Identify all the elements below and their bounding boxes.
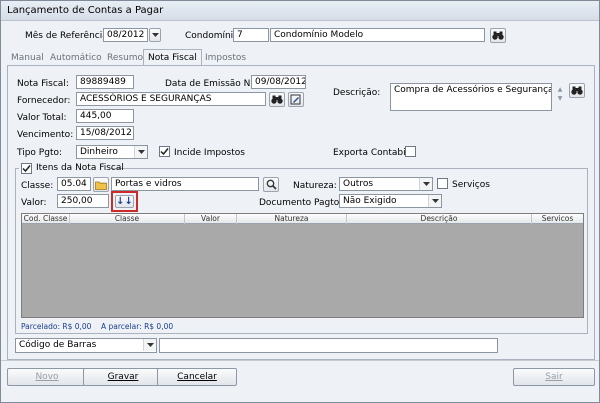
descricao-search-button[interactable] [569, 83, 585, 98]
title-bar: Lançamento de Contas a Pagar [1, 1, 599, 21]
pen-icon [290, 94, 301, 105]
footer-divider [1, 360, 599, 361]
binoculars-icon [571, 86, 583, 95]
incide-impostos-label: Incide Impostos [174, 148, 245, 158]
grid-col-classe[interactable]: Classe [70, 214, 185, 224]
vencimento-input[interactable]: 15/08/2012 [76, 126, 134, 140]
classe-code-input[interactable]: 05.04 [57, 177, 91, 191]
gravar-button-label: Gravar [107, 372, 139, 382]
check-icon [22, 165, 31, 173]
exporta-contabil-checkbox[interactable] [405, 146, 416, 157]
mes-dropdown-button[interactable] [149, 28, 161, 42]
chevron-down-icon [134, 146, 147, 158]
classe-name-input[interactable]: Portas e vidros [111, 177, 259, 191]
chevron-down-icon [151, 32, 159, 37]
grid-col-valor[interactable]: Valor [185, 214, 237, 224]
a-parcelar-label: A parcelar: R$ 0,00 [101, 322, 174, 331]
condominio-code-input[interactable]: 7 [233, 28, 269, 42]
fornecedor-register-button[interactable] [288, 92, 304, 107]
check-icon [160, 148, 169, 156]
condominio-name-input[interactable]: Condomínio Modelo [270, 28, 485, 42]
fornecedor-search-button[interactable] [269, 92, 285, 107]
chevron-down-icon [428, 195, 441, 207]
descricao-label: Descrição: [333, 88, 381, 98]
grid-col-cod-classe[interactable]: Cod. Classe [22, 214, 70, 224]
novo-button-label: Novo [35, 372, 59, 382]
emissao-label: Data de Emissão NF: [165, 79, 258, 89]
exporta-contabil-label: Exporta Contabil [333, 148, 409, 158]
emissao-input[interactable]: 09/08/2012 [251, 75, 306, 89]
grid-col-servicos[interactable]: Servicos [532, 214, 583, 224]
tab-impostos[interactable]: Impostos [201, 51, 250, 65]
valor-total-label: Valor Total: [17, 113, 67, 123]
binoculars-icon [492, 31, 504, 40]
natureza-select[interactable]: Outros [339, 177, 433, 191]
documento-pagto-select[interactable]: Não Exigido [339, 194, 442, 208]
barcode-type-select[interactable]: Código de Barras [15, 338, 157, 353]
descricao-input[interactable]: Compra de Acessórios e Seguranças [390, 83, 552, 111]
natureza-value: Outros [343, 179, 374, 189]
grid-col-natureza[interactable]: Natureza [237, 214, 347, 224]
window-title: Lançamento de Contas a Pagar [7, 5, 164, 16]
valor-label: Valor: [21, 198, 47, 208]
tipo-pgto-select[interactable]: Dinheiro [76, 145, 148, 159]
chevron-down-icon [419, 178, 432, 190]
chevron-down-icon [143, 339, 156, 351]
cancelar-button-label: Cancelar [177, 372, 217, 382]
grid-header: Cod. Classe Classe Valor Natureza Descri… [22, 214, 583, 224]
itens-group-header: Itens da Nota Fiscal [19, 163, 124, 174]
cancelar-button[interactable]: Cancelar [157, 368, 237, 386]
window: Lançamento de Contas a Pagar Mês de Refe… [0, 0, 600, 403]
vencimento-label: Vencimento: [17, 130, 74, 140]
fornecedor-input[interactable]: ACESSÓRIOS E SEGURANÇAS [76, 92, 266, 106]
mes-referencia-input[interactable]: 08/2012 [103, 28, 148, 42]
servicos-label: Serviços [452, 180, 490, 190]
binoculars-icon [271, 95, 283, 104]
itens-nota-label: Itens da Nota Fiscal [36, 163, 124, 173]
condominio-search-button[interactable] [490, 28, 506, 43]
barcode-type-value: Código de Barras [19, 340, 97, 350]
mes-label: Mês de Referência: [25, 31, 111, 41]
novo-button[interactable]: Novo [7, 368, 87, 386]
classe-folder-button[interactable] [93, 177, 109, 192]
sair-button-label: Sair [545, 372, 563, 382]
descricao-scroll[interactable]: ▲ ▼ [556, 85, 564, 109]
documento-pagto-label: Documento Pagto: [259, 198, 343, 208]
grid-col-descricao[interactable]: Descrição [347, 214, 532, 224]
tab-manual[interactable]: Manual [7, 51, 48, 65]
valor-total-input[interactable]: 445,00 [76, 109, 134, 123]
folder-icon [95, 181, 107, 190]
natureza-label: Natureza: [293, 181, 337, 191]
valor-input[interactable]: 250,00 [57, 194, 109, 208]
nota-fiscal-label: Nota Fiscal: [17, 79, 69, 89]
tipo-pgto-label: Tipo Pgto: [17, 148, 63, 158]
tab-nota-fiscal[interactable]: Nota Fiscal [143, 49, 202, 66]
fornecedor-label: Fornecedor: [17, 96, 71, 106]
classe-search-button[interactable] [263, 177, 279, 192]
servicos-checkbox[interactable] [437, 178, 448, 189]
parcelado-label: Parcelado: R$ 0,00 [21, 322, 92, 331]
classe-label: Classe: [21, 181, 54, 191]
documento-pagto-value: Não Exigido [343, 196, 397, 206]
tipo-pgto-value: Dinheiro [80, 147, 118, 157]
tab-resumo[interactable]: Resumo [103, 51, 147, 65]
search-icon [266, 179, 277, 190]
nota-fiscal-input[interactable]: 89889489 [76, 75, 134, 89]
barcode-input[interactable] [159, 338, 498, 353]
sair-button[interactable]: Sair [513, 368, 595, 386]
tab-automatico[interactable]: Automático [46, 51, 106, 65]
gravar-button[interactable]: Gravar [83, 368, 163, 386]
incide-impostos-checkbox[interactable] [159, 146, 170, 157]
itens-nota-checkbox[interactable] [21, 163, 32, 174]
itens-grid[interactable]: Cod. Classe Classe Valor Natureza Descri… [21, 213, 584, 318]
add-item-button[interactable]: ↓↓ [115, 195, 134, 208]
